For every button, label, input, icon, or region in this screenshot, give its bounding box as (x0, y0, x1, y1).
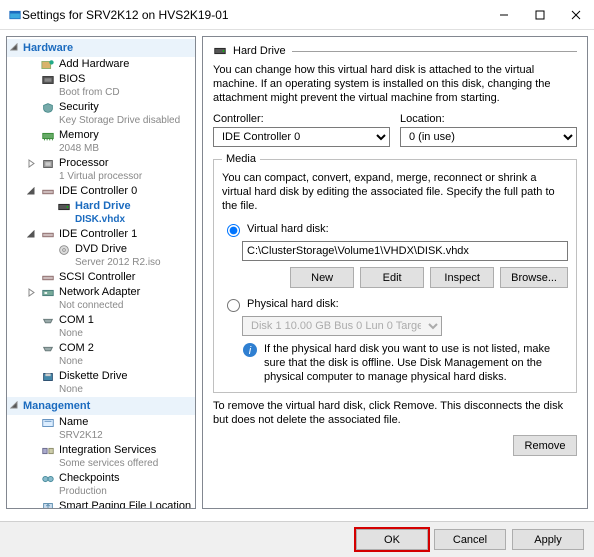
com-port-icon (41, 315, 55, 327)
detail-panel: Hard Drive You can change how this virtu… (202, 36, 588, 509)
checkpoints-icon (41, 473, 55, 485)
controller-icon (41, 186, 55, 198)
media-legend: Media (222, 153, 260, 165)
radio-physical-hard-disk[interactable] (227, 299, 240, 312)
expand-icon[interactable] (27, 288, 36, 297)
inspect-button[interactable]: Inspect (430, 267, 494, 288)
tree-ide1[interactable]: IDE Controller 1 (7, 227, 195, 242)
controller-label: Controller: (213, 113, 390, 125)
radio-vhd-label: Virtual hard disk: (247, 223, 329, 235)
tree-name-sub: SRV2K12 (41, 429, 195, 442)
titlebar: Settings for SRV2K12 on HVS2K19-01 (0, 0, 594, 30)
tree-hard-drive-sub: DISK.vhdx (57, 213, 195, 226)
new-button[interactable]: New (290, 267, 354, 288)
maximize-button[interactable] (522, 0, 558, 30)
hard-drive-icon (57, 201, 71, 213)
diskette-icon (41, 371, 55, 383)
collapse-icon[interactable] (10, 401, 19, 410)
vhd-path-input[interactable] (242, 241, 568, 261)
collapse-icon[interactable] (27, 230, 36, 239)
browse-button[interactable]: Browse... (500, 267, 568, 288)
remove-button[interactable]: Remove (513, 435, 577, 456)
tree-dvd[interactable]: DVD Drive Server 2012 R2.iso (7, 242, 195, 270)
edit-button[interactable]: Edit (360, 267, 424, 288)
paging-icon (41, 501, 55, 510)
tree-scsi[interactable]: SCSI Controller (7, 270, 195, 285)
tree-com1-sub: None (41, 327, 195, 340)
tree-com2-sub: None (41, 355, 195, 368)
remove-intro: To remove the virtual hard disk, click R… (213, 399, 577, 427)
controller-select[interactable]: IDE Controller 0 (213, 127, 390, 147)
tree-bios-sub: Boot from CD (41, 86, 195, 99)
tree-dvd-sub: Server 2012 R2.iso (57, 256, 195, 269)
detail-intro: You can change how this virtual hard dis… (213, 63, 577, 105)
tree-ide0[interactable]: IDE Controller 0 (7, 184, 195, 199)
tree-integration[interactable]: Integration Services Some services offer… (7, 443, 195, 471)
com-port-icon (41, 343, 55, 355)
bios-icon (41, 74, 55, 86)
radio-virtual-hard-disk[interactable] (227, 224, 240, 237)
add-hardware-icon (41, 59, 55, 71)
location-label: Location: (400, 113, 577, 125)
tree-network[interactable]: Network Adapter Not connected (7, 285, 195, 313)
hardware-tree[interactable]: Hardware Add Hardware BIOS Boot from CD … (6, 36, 196, 509)
tree-security[interactable]: Security Key Storage Drive disabled (7, 100, 195, 128)
physical-disk-select: Disk 1 10.00 GB Bus 0 Lun 0 Target 0 (242, 316, 442, 336)
expand-icon[interactable] (27, 159, 36, 168)
tree-paging[interactable]: Smart Paging File Location C:\ClusterSto… (7, 499, 195, 509)
tree-memory-sub: 2048 MB (41, 142, 195, 155)
tree-security-sub: Key Storage Drive disabled (41, 114, 195, 127)
tree-network-sub: Not connected (41, 299, 195, 312)
tree-memory[interactable]: Memory 2048 MB (7, 128, 195, 156)
tree-bios[interactable]: BIOS Boot from CD (7, 72, 195, 100)
dvd-icon (57, 244, 71, 256)
radio-phys-label: Physical hard disk: (247, 298, 339, 310)
collapse-icon[interactable] (27, 187, 36, 196)
location-select[interactable]: 0 (in use) (400, 127, 577, 147)
management-section-header[interactable]: Management (7, 397, 195, 415)
tree-hard-drive[interactable]: Hard Drive DISK.vhdx (7, 199, 195, 227)
app-icon (8, 9, 22, 21)
tree-integration-sub: Some services offered (41, 457, 195, 470)
minimize-button[interactable] (486, 0, 522, 30)
tree-checkpoints[interactable]: Checkpoints Production (7, 471, 195, 499)
tree-com2[interactable]: COM 2 None (7, 341, 195, 369)
tree-name[interactable]: Name SRV2K12 (7, 415, 195, 443)
hard-drive-icon (213, 45, 227, 57)
cancel-button[interactable]: Cancel (434, 529, 506, 550)
physical-disk-info: If the physical hard disk you want to us… (264, 342, 568, 384)
name-icon (41, 417, 55, 429)
tree-diskette-sub: None (41, 383, 195, 396)
hardware-section-header[interactable]: Hardware (7, 39, 195, 57)
tree-diskette[interactable]: Diskette Drive None (7, 369, 195, 397)
info-icon: i (242, 342, 258, 358)
tree-processor-sub: 1 Virtual processor (41, 170, 195, 183)
processor-icon (41, 158, 55, 170)
media-fieldset: Media You can compact, convert, expand, … (213, 153, 577, 393)
tree-com1[interactable]: COM 1 None (7, 313, 195, 341)
shield-icon (41, 102, 55, 114)
close-button[interactable] (558, 0, 594, 30)
ok-button[interactable]: OK (356, 529, 428, 550)
tree-processor[interactable]: Processor 1 Virtual processor (7, 156, 195, 184)
tree-add-hardware[interactable]: Add Hardware (7, 57, 195, 72)
network-icon (41, 287, 55, 299)
window-title: Settings for SRV2K12 on HVS2K19-01 (22, 8, 486, 22)
controller-icon (41, 229, 55, 241)
dialog-footer: OK Cancel Apply (0, 521, 594, 557)
integration-icon (41, 445, 55, 457)
detail-heading: Hard Drive (233, 45, 286, 57)
memory-icon (41, 130, 55, 142)
media-intro: You can compact, convert, expand, merge,… (222, 171, 568, 213)
tree-checkpoints-sub: Production (41, 485, 195, 498)
collapse-icon[interactable] (10, 43, 19, 52)
controller-icon (41, 272, 55, 284)
apply-button[interactable]: Apply (512, 529, 584, 550)
